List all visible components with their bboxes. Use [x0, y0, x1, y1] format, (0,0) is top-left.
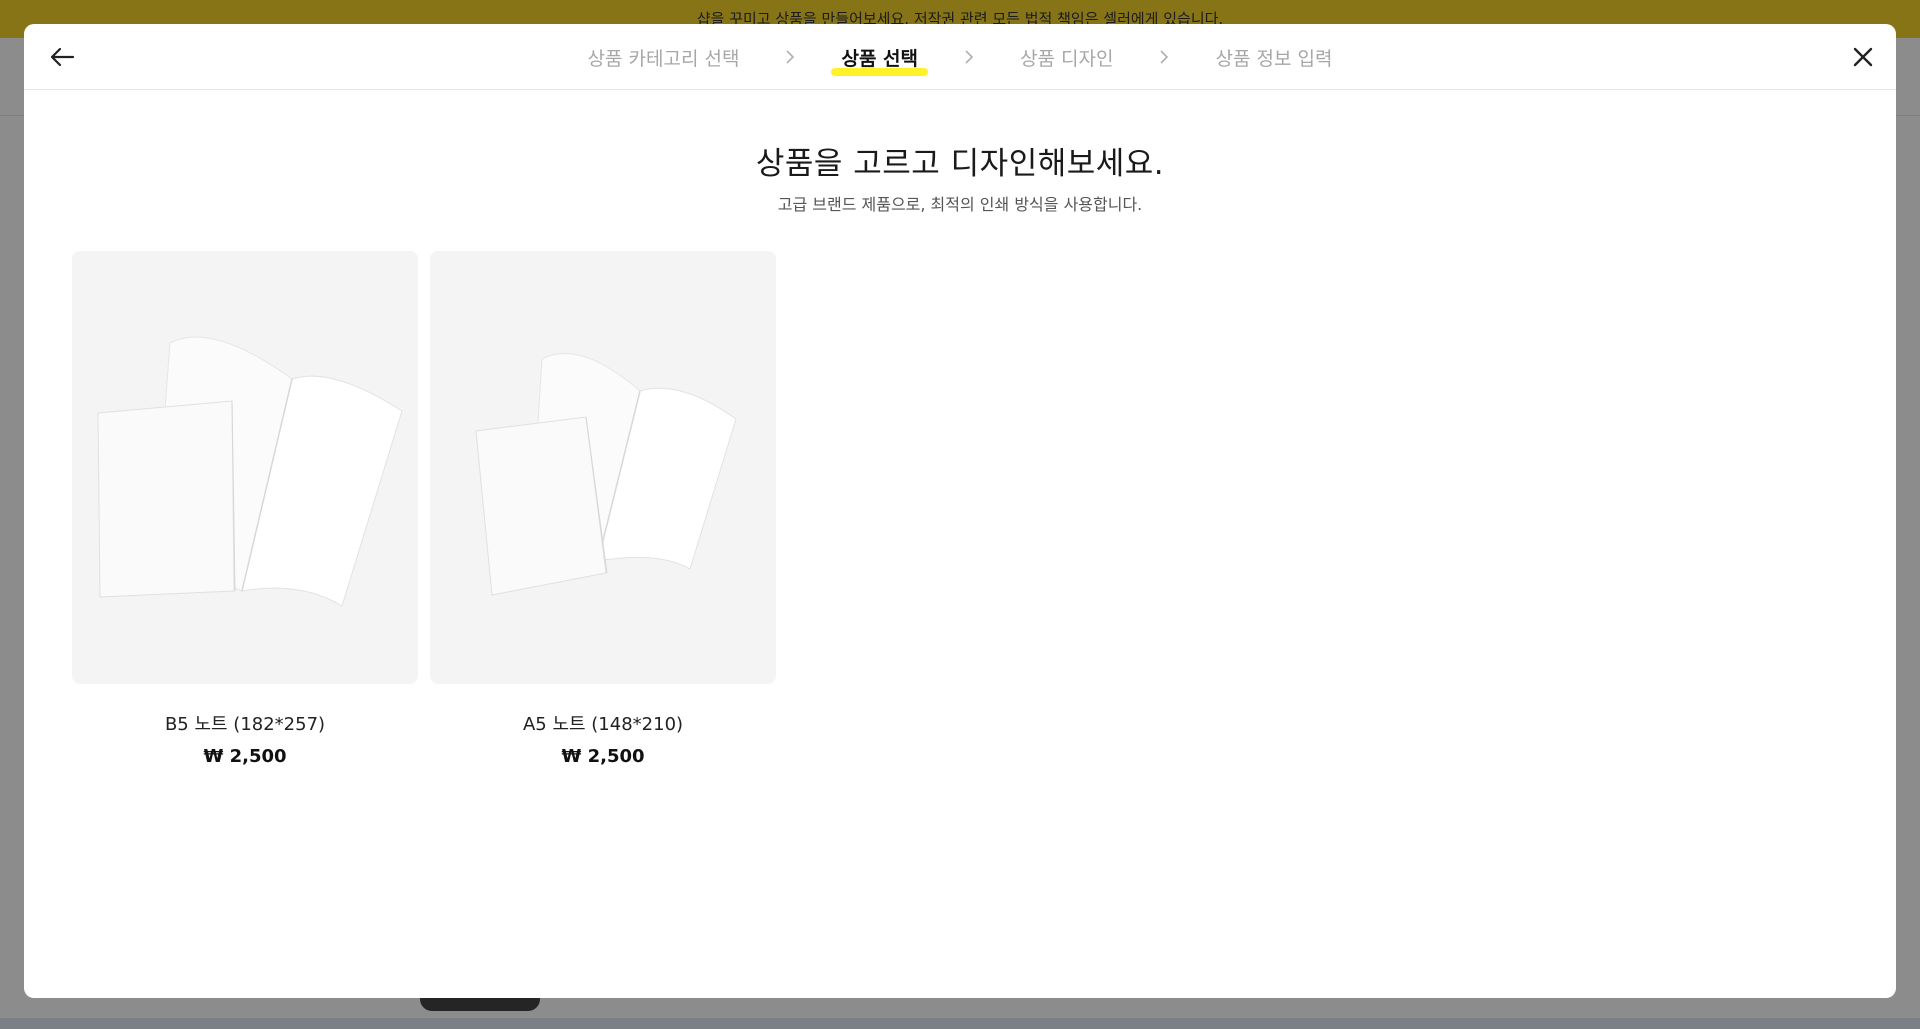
product-name: A5 노트 (148*210)	[522, 714, 684, 735]
product-price: ₩ 2,500	[203, 746, 287, 767]
chevron-right-icon	[1159, 49, 1169, 65]
step-design[interactable]: 상품 디자인	[1018, 44, 1115, 71]
product-card-b5[interactable]: B5 노트 (182*257) ₩ 2,500	[72, 251, 418, 767]
product-grid: B5 노트 (182*257) ₩ 2,500 A5 노트 (148*210) …	[72, 251, 776, 767]
step-info[interactable]: 상품 정보 입력	[1213, 44, 1334, 71]
close-button[interactable]	[1846, 40, 1880, 74]
product-image[interactable]	[72, 251, 418, 684]
modal-header: 상품 카테고리 선택 상품 선택 상품 디자인 상품 정보 입력	[24, 24, 1896, 90]
product-name: B5 노트 (182*257)	[164, 714, 326, 735]
chevron-right-icon	[785, 49, 795, 65]
product-price: ₩ 2,500	[561, 746, 645, 767]
close-icon	[1853, 47, 1873, 67]
step-indicator: 상품 카테고리 선택 상품 선택 상품 디자인 상품 정보 입력	[24, 24, 1896, 90]
product-image[interactable]	[430, 251, 776, 684]
page-subtitle: 고급 브랜드 제품으로, 최적의 인쇄 방식을 사용합니다.	[777, 195, 1143, 214]
product-card-a5[interactable]: A5 노트 (148*210) ₩ 2,500	[430, 251, 776, 767]
chevron-right-icon	[964, 49, 974, 65]
step-category[interactable]: 상품 카테고리 선택	[586, 44, 742, 71]
page-title: 상품을 고르고 디자인해보세요.	[755, 146, 1165, 182]
title-area: 상품을 고르고 디자인해보세요. 고급 브랜드 제품으로, 최적의 인쇄 방식을…	[24, 138, 1896, 215]
product-select-modal: 상품 카테고리 선택 상품 선택 상품 디자인 상품 정보 입력 상품을 고르고…	[24, 24, 1896, 998]
step-product[interactable]: 상품 선택	[831, 44, 929, 76]
notebook-image	[475, 352, 737, 596]
notebook-image	[97, 336, 403, 607]
